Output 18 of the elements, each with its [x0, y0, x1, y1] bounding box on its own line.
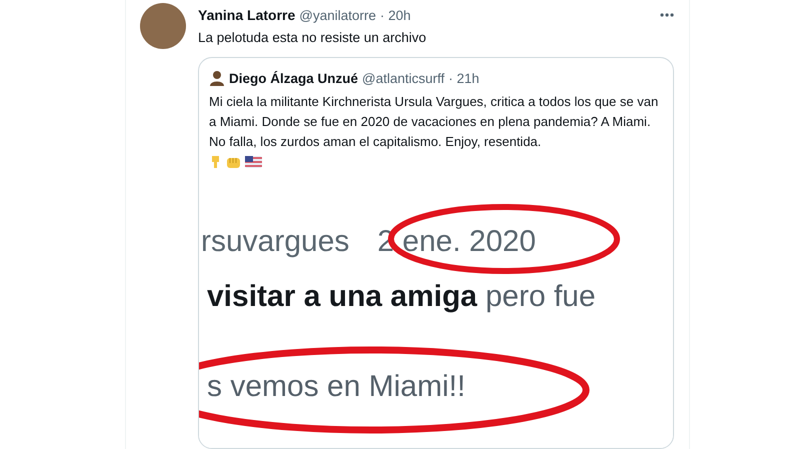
person-avatar-icon — [209, 70, 225, 86]
flag-icon — [245, 156, 262, 168]
fist-icon — [226, 156, 241, 168]
screenshot-handle: rsuvargues — [201, 225, 350, 259]
quoted-tweet-time: · 21h — [448, 70, 480, 86]
avatar-photo-placeholder[interactable] — [140, 3, 186, 49]
tweet-time: · 20h — [380, 8, 411, 22]
quoted-author-handle[interactable]: @atlanticsurff — [362, 70, 445, 86]
author-name[interactable]: Yanina Latorre — [198, 7, 296, 23]
screenshot-closing: s vemos en Miami!! — [206, 370, 466, 404]
screenshot-sentence: visitar a una amiga pero fue — [206, 280, 597, 314]
pointing-down-hand-icon — [209, 155, 222, 169]
author-handle[interactable]: @yanilatorre — [299, 8, 376, 22]
quoted-author-name[interactable]: Diego Álzaga Unzué — [229, 70, 358, 86]
quoted-tweet-text: Mi ciela la militante Kirchnerista Ursula Vargues, critica a todos los que se van a Miami. Donde se fue en 2020 de vacaciones en plena pandemia? A Miami. No falla, los zurdos aman el capitalismo. Enjoy, resentida. — [209, 93, 659, 151]
quoted-tweet-card[interactable] — [198, 57, 674, 449]
tweet-text: La pelotuda esta no resiste un archivo — [198, 30, 428, 45]
more-options-icon[interactable] — [660, 13, 674, 17]
